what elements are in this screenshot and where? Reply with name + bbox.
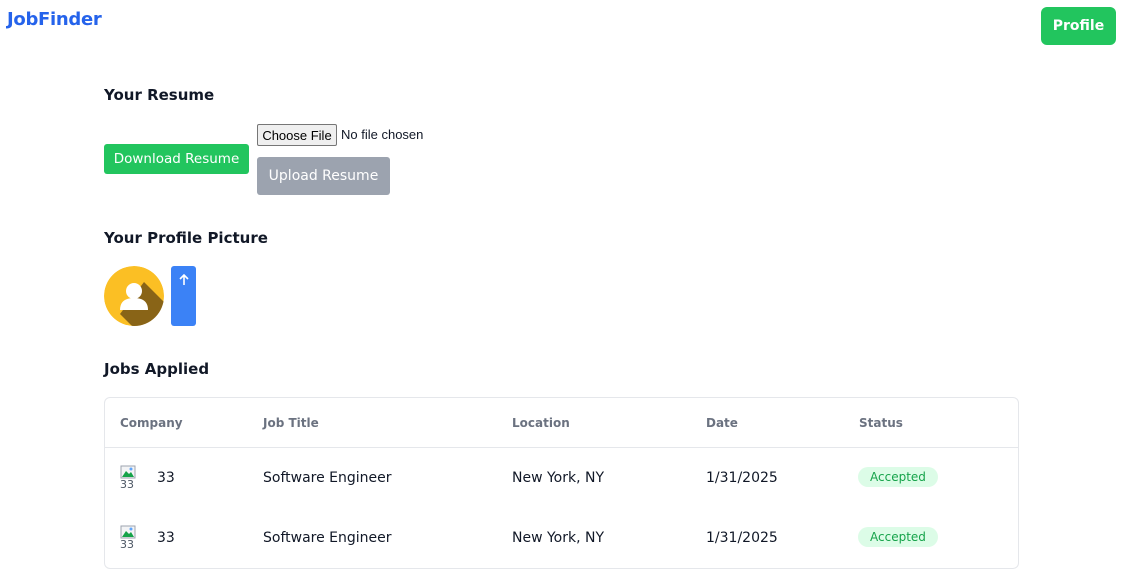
company-logo-alt: 33	[120, 538, 134, 551]
upload-resume-button: Upload Resume	[257, 157, 390, 195]
upload-picture-button[interactable]	[171, 266, 196, 326]
resume-section-title: Your Resume	[104, 86, 215, 104]
column-header-date: Date	[706, 416, 738, 430]
company-logo: 33	[120, 524, 136, 554]
file-status-text: No file chosen	[341, 127, 424, 142]
jobs-section-title: Jobs Applied	[104, 360, 210, 378]
profile-button[interactable]: Profile	[1041, 7, 1116, 45]
column-header-location: Location	[512, 416, 570, 430]
table-row[interactable]: 33 33 Software Engineer New York, NY 1/3…	[105, 448, 1018, 508]
jobs-table: Company Job Title Location Date Status 3…	[104, 397, 1019, 569]
status-badge: Accepted	[858, 527, 938, 547]
user-avatar-icon	[104, 266, 164, 326]
company-cell: 33	[157, 470, 175, 486]
column-header-job-title: Job Title	[263, 416, 319, 430]
date-cell: 1/31/2025	[706, 530, 778, 546]
company-logo-alt: 33	[120, 478, 134, 491]
arrow-up-icon	[178, 274, 189, 285]
table-header: Company Job Title Location Date Status	[105, 398, 1018, 448]
job-title-cell: Software Engineer	[263, 470, 392, 486]
brand-logo[interactable]: JobFinder	[7, 9, 102, 30]
location-cell: New York, NY	[512, 530, 605, 546]
column-header-status: Status	[859, 416, 903, 430]
choose-file-button[interactable]: Choose File	[257, 124, 337, 146]
profile-picture-section-title: Your Profile Picture	[104, 229, 268, 247]
status-badge: Accepted	[858, 467, 938, 487]
column-header-company: Company	[120, 416, 183, 430]
location-cell: New York, NY	[512, 470, 605, 486]
company-cell: 33	[157, 530, 175, 546]
date-cell: 1/31/2025	[706, 470, 778, 486]
broken-image-icon	[120, 525, 136, 539]
broken-image-icon	[120, 465, 136, 479]
table-row[interactable]: 33 33 Software Engineer New York, NY 1/3…	[105, 508, 1018, 568]
avatar	[104, 266, 164, 326]
download-resume-button[interactable]: Download Resume	[104, 144, 249, 174]
company-logo: 33	[120, 464, 136, 494]
job-title-cell: Software Engineer	[263, 530, 392, 546]
